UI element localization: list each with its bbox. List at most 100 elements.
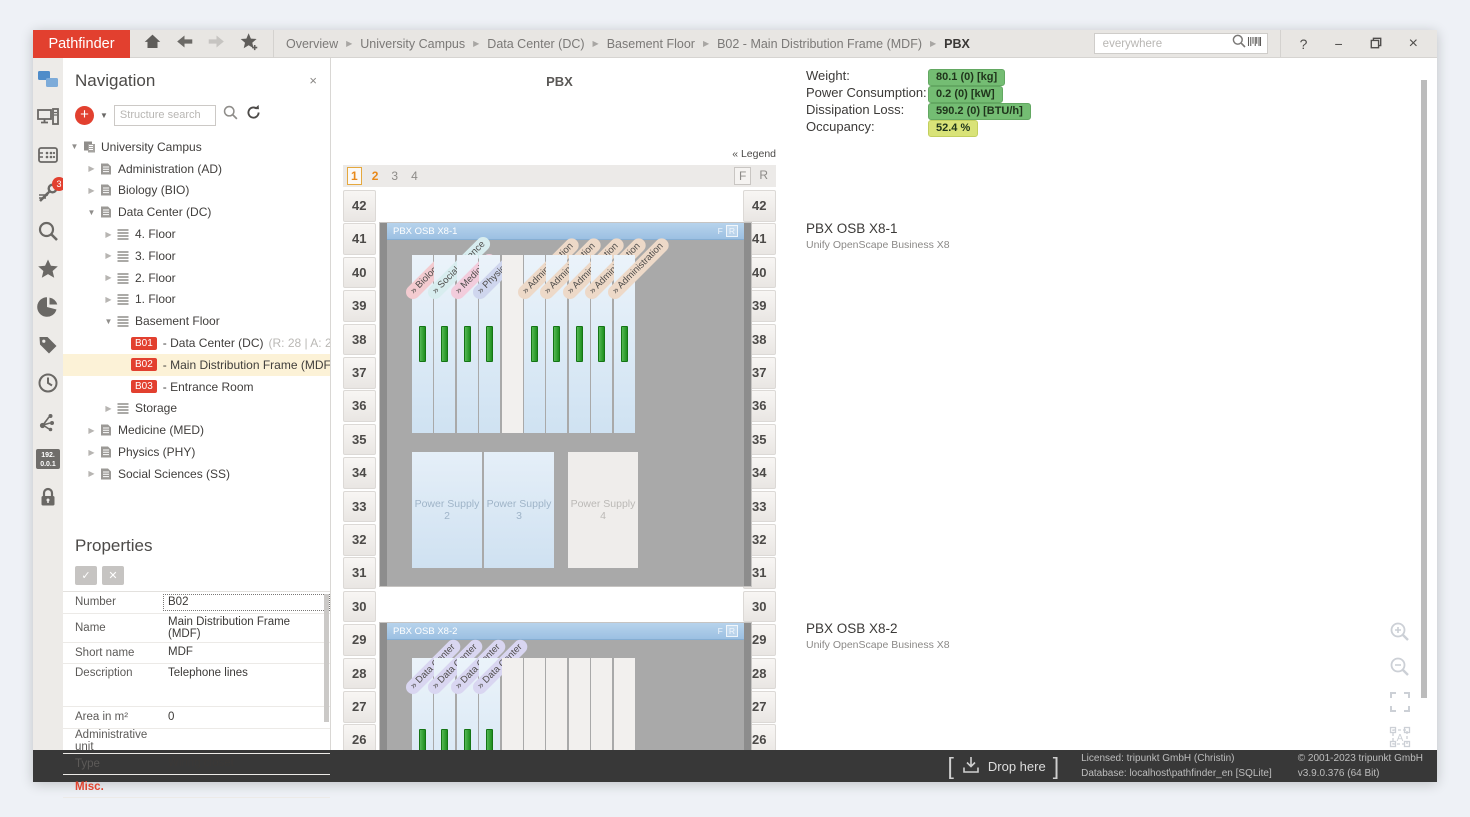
tree-item[interactable]: ▶4. Floor [63, 223, 330, 245]
vertical-scrollbar[interactable] [1421, 80, 1427, 698]
property-value[interactable]: Telephone lines [163, 664, 330, 681]
breadcrumb-item[interactable]: Overview [286, 37, 338, 51]
tree-item[interactable]: ▶Medicine (MED) [63, 419, 330, 441]
favorites-star-icon[interactable] [36, 257, 60, 281]
page-tab-3[interactable]: 3 [388, 168, 401, 184]
fit-view-icon[interactable] [1389, 691, 1411, 718]
tree-item[interactable]: ▶3. Floor [63, 245, 330, 267]
front-view-button[interactable]: F [734, 167, 751, 185]
breadcrumb-item[interactable]: University Campus [360, 37, 465, 51]
discard-button[interactable]: ✕ [102, 566, 124, 585]
tree-item[interactable]: ▶2. Floor [63, 267, 330, 289]
page-tab-2[interactable]: 2 [369, 168, 382, 184]
global-search-input[interactable] [1103, 38, 1231, 50]
expander-closed-icon[interactable]: ▶ [86, 469, 97, 478]
legend-toggle[interactable]: « Legend [343, 148, 776, 160]
expander-closed-icon[interactable]: ▶ [86, 164, 97, 173]
refresh-icon[interactable] [245, 104, 262, 126]
rack-rear-button[interactable]: R [726, 625, 738, 637]
properties-scrollbar[interactable] [324, 594, 329, 722]
expander-closed-icon[interactable]: ▶ [103, 273, 114, 282]
close-icon[interactable]: × [309, 73, 317, 88]
fit-labels-icon[interactable]: A [1389, 726, 1411, 750]
rack-slot-empty[interactable] [524, 658, 545, 750]
rack-slot-empty[interactable] [614, 658, 635, 750]
room-plan-icon[interactable] [36, 143, 60, 167]
tree-item[interactable]: ▶Social Sciences (SS) [63, 463, 330, 485]
rack-front-button[interactable]: F [718, 226, 723, 236]
barcode-icon[interactable] [1247, 34, 1262, 54]
restore-button[interactable] [1370, 36, 1382, 52]
history-clock-icon[interactable] [36, 371, 60, 395]
home-icon[interactable] [143, 32, 162, 56]
property-value[interactable]: B02 [163, 594, 330, 611]
rack-slot-empty[interactable] [502, 255, 523, 433]
rack-front-button[interactable]: F [718, 626, 723, 636]
tree-item[interactable]: ▶Storage [63, 398, 330, 420]
tree-item[interactable]: B02- Main Distribution Frame (MDF)(R: [63, 354, 330, 376]
apply-button[interactable]: ✓ [75, 566, 97, 585]
structure-search-input[interactable] [114, 105, 216, 126]
tree-item[interactable]: ▶Biology (BIO) [63, 180, 330, 202]
expander-closed-icon[interactable]: ▶ [103, 230, 114, 239]
add-node-button[interactable]: + [75, 106, 94, 125]
tools-icon[interactable]: 3 [36, 181, 60, 205]
zoom-out-icon[interactable] [1389, 656, 1411, 683]
property-value[interactable]: 0 [163, 709, 330, 726]
minimize-button[interactable]: − [1334, 36, 1342, 52]
tree-item[interactable]: B03- Entrance Room [63, 376, 330, 398]
property-value[interactable]: Main Distribution Frame (MDF) [163, 614, 330, 642]
app-logo[interactable]: Pathfinder [33, 30, 130, 58]
add-favorite-icon[interactable] [239, 32, 260, 56]
zoom-in-icon[interactable] [1389, 621, 1411, 648]
breadcrumb-item[interactable]: PBX [944, 37, 970, 51]
rear-view-button[interactable]: R [755, 167, 772, 185]
expander-closed-icon[interactable]: ▶ [103, 404, 114, 413]
forward-icon[interactable] [207, 32, 226, 56]
tree-item[interactable]: ▶Administration (AD) [63, 158, 330, 180]
rack-header[interactable]: PBX OSB X8-1FR [387, 223, 744, 240]
global-search[interactable] [1094, 33, 1268, 54]
expander-open-icon[interactable]: ▼ [103, 317, 114, 326]
breadcrumb-item[interactable]: Basement Floor [607, 37, 695, 51]
breadcrumb-item[interactable]: Data Center (DC) [487, 37, 584, 51]
property-value[interactable]: MDF [163, 644, 330, 661]
expander-closed-icon[interactable]: ▶ [103, 295, 114, 304]
tree-item[interactable]: ▼Data Center (DC) [63, 201, 330, 223]
power-supply-module[interactable]: Power Supply 3 [484, 452, 554, 568]
structure-search-icon[interactable] [222, 104, 239, 126]
expander-open-icon[interactable]: ▼ [69, 142, 80, 151]
lock-icon[interactable] [36, 485, 60, 509]
tag-icon[interactable] [36, 333, 60, 357]
expander-closed-icon[interactable]: ▶ [86, 448, 97, 457]
close-button[interactable]: × [1409, 35, 1418, 53]
drop-here-zone[interactable]: [ Drop here ] [948, 755, 1060, 778]
navigation-tree-icon[interactable] [36, 67, 60, 91]
help-button[interactable]: ? [1300, 36, 1308, 52]
rack-slot-empty[interactable] [502, 658, 523, 750]
breadcrumb-item[interactable]: B02 - Main Distribution Frame (MDF) [717, 37, 922, 51]
topology-icon[interactable] [36, 409, 60, 433]
expander-closed-icon[interactable]: ▶ [103, 251, 114, 260]
rack-slot-empty[interactable] [591, 658, 612, 750]
property-value[interactable]: Wiring closet [163, 755, 330, 772]
property-value[interactable] [163, 732, 330, 749]
tree-item[interactable]: ▼Basement Floor [63, 310, 330, 332]
tree-item[interactable]: ▶Physics (PHY) [63, 441, 330, 463]
power-supply-module[interactable]: Power Supply 4 [568, 452, 638, 568]
back-icon[interactable] [175, 32, 194, 56]
tree-item[interactable]: B01- Data Center (DC)(R: 28 | A: 2145 | [63, 332, 330, 354]
tree-item[interactable]: ▶1. Floor [63, 289, 330, 311]
expander-open-icon[interactable]: ▼ [86, 208, 97, 217]
rack-slot-empty[interactable] [569, 658, 590, 750]
expander-closed-icon[interactable]: ▶ [86, 186, 97, 195]
rack-slot-empty[interactable] [546, 658, 567, 750]
search-icon[interactable] [1231, 33, 1247, 54]
search-icon[interactable] [36, 219, 60, 243]
rack-rear-button[interactable]: R [726, 225, 738, 237]
rack-header[interactable]: PBX OSB X8-2FR [387, 623, 744, 640]
expander-closed-icon[interactable]: ▶ [86, 426, 97, 435]
page-tab-4[interactable]: 4 [408, 168, 421, 184]
chevron-down-icon[interactable]: ▼ [100, 111, 108, 120]
page-tab-1[interactable]: 1 [347, 167, 362, 185]
